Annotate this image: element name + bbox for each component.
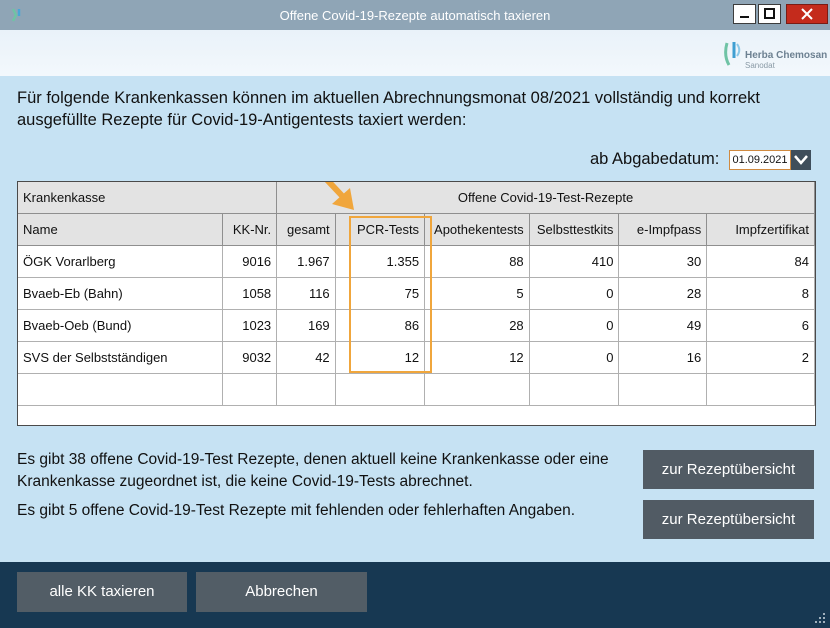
cell-selbsttestkits: 0 — [529, 309, 620, 342]
column-header-selbsttestkits[interactable]: Selbsttestkits — [529, 213, 620, 246]
group-header-open-prescriptions: Offene Covid-19-Test-Rezepte — [276, 182, 815, 214]
cell-gesamt: 169 — [276, 309, 336, 342]
column-header-impfzertifikat[interactable]: Impfzertifikat — [706, 213, 815, 246]
cell-apothekentests: 12 — [424, 341, 530, 374]
empty-cell — [222, 373, 278, 406]
empty-cell — [276, 373, 336, 406]
cell-pcr-tests: 75 — [335, 277, 426, 310]
group-header-krankenkasse: Krankenkasse — [18, 182, 278, 214]
cell-name: Bvaeb-Eb (Bahn) — [18, 277, 223, 310]
table-row[interactable]: Bvaeb-Oeb (Bund) 1023 169 86 28 0 49 6 — [18, 309, 815, 342]
cell-selbsttestkits: 0 — [529, 277, 620, 310]
unassigned-prescriptions-text: Es gibt 38 offene Covid-19-Test Rezepte,… — [17, 451, 609, 490]
prescription-overview-button-faulty[interactable]: zur Rezeptübersicht — [643, 500, 814, 539]
cell-impfzertifikat: 2 — [706, 341, 815, 374]
cell-gesamt: 42 — [276, 341, 336, 374]
empty-cell — [424, 373, 530, 406]
header-band — [0, 30, 830, 76]
cell-kk-nr: 1058 — [222, 277, 278, 310]
column-header-kk-nr[interactable]: KK-Nr. — [222, 213, 278, 246]
cell-selbsttestkits: 0 — [529, 341, 620, 374]
logo-mark-icon — [724, 42, 741, 66]
logo-subtitle: Sanodat — [745, 61, 775, 70]
empty-cell — [706, 373, 815, 406]
table-row[interactable]: SVS der Selbstständigen 9032 42 12 12 0 … — [18, 341, 815, 374]
cell-e-impfpass: 16 — [618, 341, 708, 374]
maximize-icon — [764, 8, 775, 19]
minimize-icon — [740, 16, 749, 18]
cell-e-impfpass: 30 — [618, 245, 708, 278]
date-label: ab Abgabedatum: — [590, 150, 720, 168]
main-content: Für folgende Krankenkassen können im akt… — [0, 76, 830, 562]
cell-gesamt: 116 — [276, 277, 336, 310]
column-header-pcr-tests[interactable]: PCR-Tests — [335, 213, 426, 246]
cell-name: SVS der Selbstständigen — [18, 341, 223, 374]
faulty-prescriptions-text: Es gibt 5 offene Covid-19-Test Rezepte m… — [17, 502, 576, 519]
health-insurance-grid[interactable]: Krankenkasse Offene Covid-19-Test-Rezept… — [17, 181, 816, 426]
column-header-gesamt[interactable]: gesamt — [276, 213, 336, 246]
cell-pcr-tests: 1.355 — [335, 245, 426, 278]
cell-kk-nr: 9016 — [222, 245, 278, 278]
column-header-e-impfpass[interactable]: e-Impfpass — [618, 213, 708, 246]
cell-gesamt: 1.967 — [276, 245, 336, 278]
chevron-down-icon — [794, 155, 808, 165]
date-picker-field[interactable]: 01.09.2021 — [729, 150, 791, 170]
cell-kk-nr: 1023 — [222, 309, 278, 342]
table-row[interactable]: ÖGK Vorarlberg 9016 1.967 1.355 88 410 3… — [18, 245, 815, 278]
cell-apothekentests: 5 — [424, 277, 530, 310]
column-header-name[interactable]: Name — [18, 213, 223, 246]
cell-kk-nr: 9032 — [222, 341, 278, 374]
grid-column-header-row: Name KK-Nr. gesamt PCR-Tests Apothekente… — [18, 213, 815, 246]
title-bar: Offene Covid-19-Rezepte automatisch taxi… — [0, 0, 830, 30]
window-title: Offene Covid-19-Rezepte automatisch taxi… — [279, 8, 551, 23]
cell-selbsttestkits: 410 — [529, 245, 620, 278]
prescription-overview-button-unassigned[interactable]: zur Rezeptübersicht — [643, 450, 814, 489]
cell-e-impfpass: 28 — [618, 277, 708, 310]
close-icon — [801, 8, 813, 20]
date-dropdown-button[interactable] — [791, 150, 811, 170]
resize-grip-icon[interactable] — [812, 612, 826, 624]
cell-apothekentests: 88 — [424, 245, 530, 278]
cell-e-impfpass: 49 — [618, 309, 708, 342]
column-header-apothekentests[interactable]: Apothekentests — [424, 213, 530, 246]
empty-cell — [529, 373, 620, 406]
table-row[interactable]: Bvaeb-Eb (Bahn) 1058 116 75 5 0 28 8 — [18, 277, 815, 310]
cell-name: Bvaeb-Oeb (Bund) — [18, 309, 223, 342]
close-button[interactable] — [786, 4, 828, 24]
cancel-button[interactable]: Abbrechen — [196, 572, 367, 612]
cell-impfzertifikat: 8 — [706, 277, 815, 310]
tax-all-button[interactable]: alle KK taxieren — [17, 572, 187, 612]
cell-impfzertifikat: 6 — [706, 309, 815, 342]
empty-cell — [335, 373, 426, 406]
footer-bar: alle KK taxieren Abbrechen — [0, 562, 830, 628]
empty-table-row — [18, 373, 815, 406]
cell-name: ÖGK Vorarlberg — [18, 245, 223, 278]
empty-cell — [18, 373, 223, 406]
cell-apothekentests: 28 — [424, 309, 530, 342]
cell-pcr-tests: 12 — [335, 341, 426, 374]
cell-pcr-tests: 86 — [335, 309, 426, 342]
logo-name: Herba Chemosan — [745, 50, 828, 61]
intro-text: Für folgende Krankenkassen können im akt… — [17, 89, 760, 129]
empty-cell — [618, 373, 708, 406]
grid-group-header-row: Krankenkasse Offene Covid-19-Test-Rezept… — [18, 182, 815, 214]
cell-impfzertifikat: 84 — [706, 245, 815, 278]
herba-logo: Herba Chemosan Sanodat — [723, 40, 827, 70]
maximize-button[interactable] — [758, 4, 781, 24]
minimize-button[interactable] — [733, 4, 756, 24]
